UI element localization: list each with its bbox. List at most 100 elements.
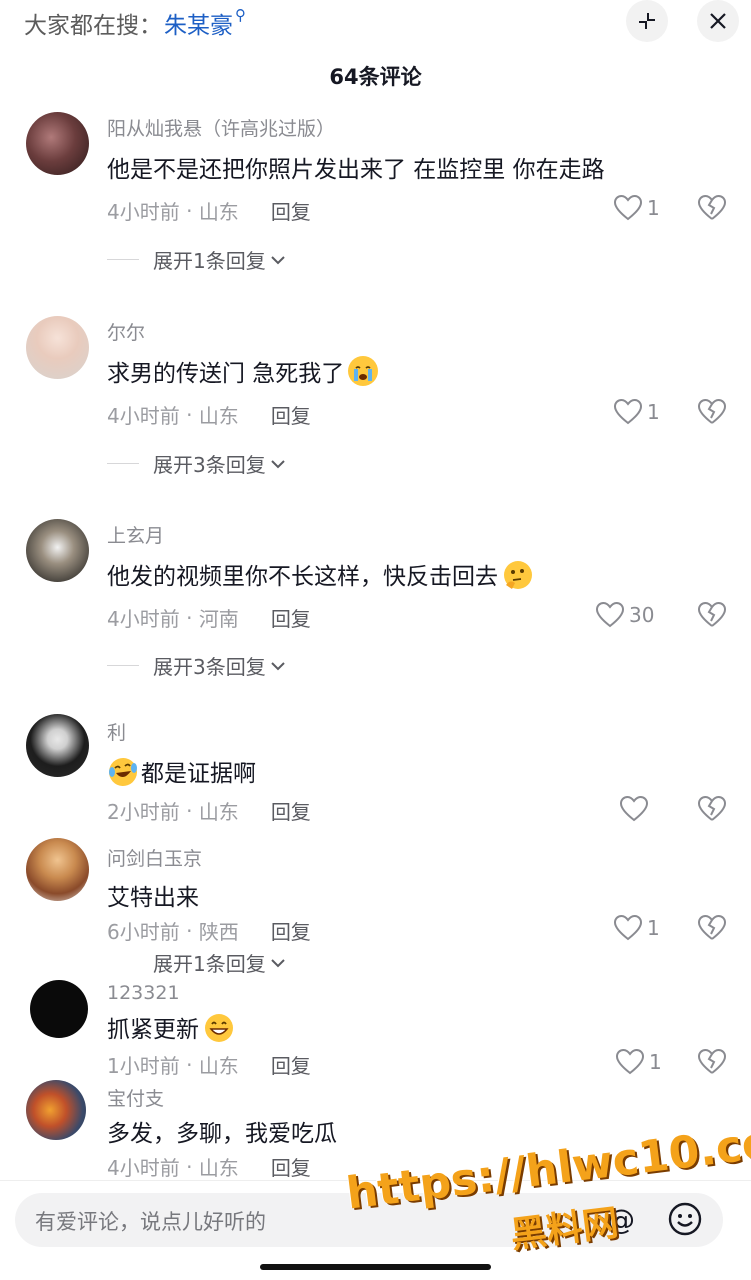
reply-button[interactable]: 回复	[271, 603, 311, 632]
avatar[interactable]	[26, 714, 89, 777]
comment-username[interactable]: 利	[107, 718, 126, 745]
like-button[interactable]: 1	[613, 398, 660, 426]
comment-username[interactable]: 123321	[107, 982, 180, 1004]
chevron-down-icon	[271, 255, 285, 264]
comment-count-title: 64条评论	[329, 65, 422, 89]
meta-separator: ·	[179, 798, 199, 823]
comment-time: 4小时前	[107, 404, 180, 428]
watermark-name: 黑料网	[508, 1202, 621, 1257]
comment-time: 1小时前	[107, 1054, 180, 1078]
chevron-down-icon	[271, 958, 285, 967]
expand-divider	[107, 259, 139, 260]
comment-location: 河南	[198, 607, 239, 631]
crying-face-emoji	[348, 356, 379, 386]
broken-heart-icon	[697, 1048, 727, 1074]
expand-replies-button[interactable]: 展开1条回复	[107, 245, 286, 274]
comment-username[interactable]: 问剑白玉京	[107, 844, 202, 871]
dislike-button[interactable]	[697, 914, 727, 946]
collapse-button[interactable]	[626, 0, 668, 42]
top-bar: 大家都在搜： 朱某豪 ⚲	[0, 0, 751, 44]
meta-separator: ·	[179, 918, 199, 943]
broken-heart-icon	[697, 398, 727, 424]
avatar[interactable]	[26, 838, 89, 901]
collapse-icon	[639, 13, 655, 29]
search-suggestion[interactable]: 大家都在搜： 朱某豪 ⚲	[24, 6, 246, 40]
chevron-down-icon	[271, 661, 285, 670]
comment-username[interactable]: 阳从灿我悬（许高兆过版）	[107, 114, 335, 141]
reply-button[interactable]: 回复	[271, 400, 311, 429]
comment-text: 他是不是还把你照片发出来了 在监控里 你在走路	[107, 157, 605, 183]
comment-input[interactable]: 有爱评论，说点儿好听的	[35, 1206, 266, 1236]
reply-button[interactable]: 回复	[271, 916, 311, 945]
comment-username[interactable]: 宝付支	[107, 1084, 164, 1111]
close-button[interactable]	[697, 0, 739, 42]
comment-time: 4小时前	[107, 607, 180, 631]
heart-icon	[613, 914, 643, 941]
comment-text: 都是证据啊	[107, 754, 256, 788]
comment-text-content: 抓紧更新	[107, 1017, 199, 1043]
reply-button[interactable]: 回复	[271, 1050, 311, 1079]
home-indicator[interactable]	[260, 1264, 491, 1270]
meta-separator: ·	[179, 198, 199, 223]
broken-heart-icon	[697, 194, 727, 220]
dislike-button[interactable]	[697, 1048, 727, 1080]
comment-location: 山东	[198, 1156, 239, 1180]
meta-separator: ·	[179, 402, 199, 427]
tears-of-joy-emoji	[107, 756, 137, 786]
comment-time: 6小时前	[107, 920, 180, 944]
dislike-button[interactable]	[697, 795, 727, 827]
like-button[interactable]: 30	[595, 601, 654, 629]
dislike-button[interactable]	[697, 601, 727, 633]
comment-text: 他发的视频里你不长这样，快反击回去	[107, 557, 532, 591]
comment-meta: 4小时前 · 山东 回复	[107, 196, 311, 225]
meta-separator: ·	[179, 605, 199, 630]
comment-text: 抓紧更新	[107, 1010, 233, 1044]
expand-replies-label: 展开1条回复	[153, 249, 266, 273]
avatar[interactable]	[26, 519, 89, 582]
like-button[interactable]: 1	[613, 914, 660, 942]
expand-replies-button[interactable]: 展开3条回复	[107, 449, 286, 478]
comment-time: 4小时前	[107, 200, 180, 224]
heart-icon	[595, 601, 625, 628]
avatar[interactable]	[26, 1080, 86, 1140]
comment-text: 多发，多聊，我爱吃瓜	[107, 1121, 337, 1147]
comment-username[interactable]: 尔尔	[107, 318, 145, 345]
comment-text: 艾特出来	[107, 885, 199, 911]
comment-time: 4小时前	[107, 1156, 180, 1180]
like-count: 30	[629, 603, 655, 627]
expand-divider	[107, 463, 139, 464]
avatar[interactable]	[26, 316, 89, 379]
expand-replies-label: 展开3条回复	[153, 453, 266, 477]
expand-replies-button[interactable]: 展开1条回复	[107, 948, 286, 977]
broken-heart-icon	[697, 914, 727, 940]
like-button[interactable]	[619, 795, 653, 823]
reply-button[interactable]: 回复	[271, 796, 311, 825]
comment-meta: 4小时前 · 河南 回复	[107, 603, 311, 632]
dislike-button[interactable]	[697, 194, 727, 226]
comment-text-content: 都是证据啊	[141, 761, 256, 787]
reply-button[interactable]: 回复	[271, 196, 311, 225]
thinking-face-emoji	[502, 559, 532, 589]
comment-text: 求男的传送门 急死我了	[107, 354, 379, 388]
like-button[interactable]: 1	[613, 194, 660, 222]
meta-separator: ·	[179, 1154, 199, 1179]
comment-location: 山东	[198, 404, 239, 428]
like-button[interactable]: 1	[615, 1048, 662, 1076]
comment-meta: 6小时前 · 陕西 回复	[107, 916, 311, 945]
close-icon	[710, 13, 726, 29]
reply-button[interactable]: 回复	[271, 1152, 311, 1181]
search-suggestion-keyword[interactable]: 朱某豪	[164, 6, 233, 40]
comment-username[interactable]: 上玄月	[107, 521, 164, 548]
watermark: https://hlwc10.com 黑料网	[344, 1111, 751, 1260]
dislike-button[interactable]	[697, 398, 727, 430]
broken-heart-icon	[697, 601, 727, 627]
comment-text-content: 他发的视频里你不长这样，快反击回去	[107, 564, 498, 590]
comment-location: 山东	[198, 800, 239, 824]
search-suggestion-prefix: 大家都在搜：	[24, 13, 162, 39]
like-count: 1	[649, 1050, 662, 1074]
expand-replies-button[interactable]: 展开3条回复	[107, 651, 286, 680]
avatar[interactable]	[30, 980, 88, 1038]
heart-icon	[615, 1048, 645, 1075]
like-count: 1	[647, 916, 660, 940]
avatar[interactable]	[26, 112, 89, 175]
